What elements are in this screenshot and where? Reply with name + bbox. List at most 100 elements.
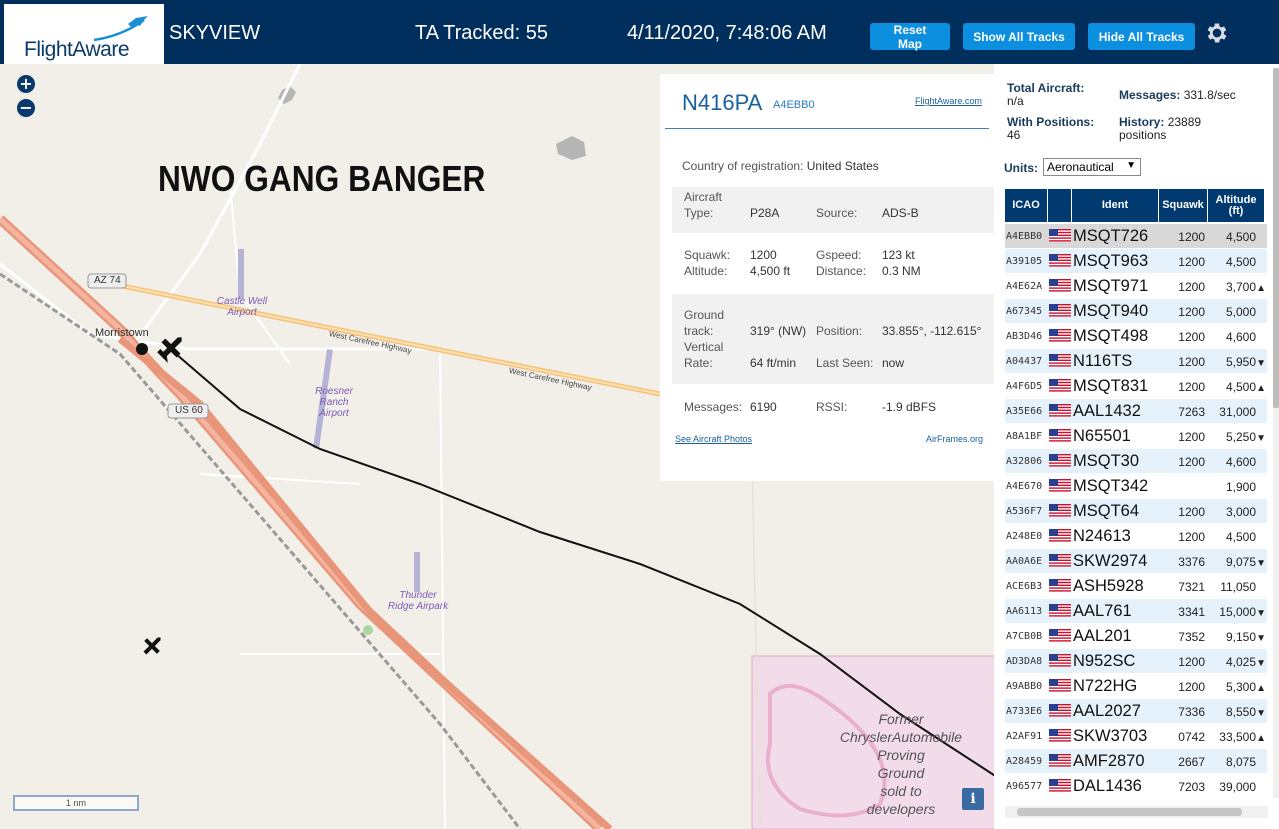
table-row[interactable]: AA6113 AAL761 3341 15,000▼: [1005, 599, 1267, 623]
vertical-scrollbar[interactable]: [1273, 68, 1279, 798]
table-row[interactable]: A35E66 AAL1432 7263 31,000: [1005, 399, 1267, 423]
reset-map-button[interactable]: Reset Map: [870, 23, 950, 51]
messages-value: 6190: [750, 400, 777, 414]
row-altitude: 33,500▲: [1219, 730, 1266, 744]
table-row[interactable]: ACE6B3 ASH5928 7321 11,050: [1005, 574, 1267, 598]
row-altitude: 5,300▲: [1225, 680, 1266, 694]
show-all-tracks-button[interactable]: Show All Tracks: [963, 23, 1075, 50]
scroll-thumb[interactable]: [1273, 68, 1279, 408]
table-row[interactable]: A733E6 AAL2027 7336 8,550▼: [1005, 699, 1267, 723]
table-row[interactable]: A4E670 MSQT342 1,900: [1005, 474, 1267, 498]
vertical-label: Vertical: [684, 340, 724, 354]
row-icao: A35E66: [1006, 406, 1043, 417]
position-label: Position:: [816, 324, 863, 338]
row-ident: MSQT726: [1073, 227, 1149, 245]
us-flag-icon: [1049, 454, 1071, 467]
proving-ground-label: Former ChryslerAutomobile Proving Ground…: [839, 711, 963, 817]
us-flag-icon: [1049, 229, 1071, 242]
row-icao: A96577: [1006, 781, 1043, 792]
table-row[interactable]: A04437 N116TS 1200 5,950▼: [1005, 349, 1267, 373]
table-row[interactable]: A39105 MSQT963 1200 4,500: [1005, 249, 1267, 273]
row-squawk: 1200: [1178, 305, 1205, 319]
row-icao: A4E670: [1006, 481, 1043, 492]
row-altitude: 9,150▼: [1225, 630, 1266, 644]
selected-hex: A4EBB0: [773, 99, 815, 111]
messages-stat: Messages: 331.8/sec: [1119, 88, 1236, 102]
source-label: Source:: [816, 206, 858, 220]
horizontal-scrollbar[interactable]: [1005, 806, 1268, 818]
type-label: Type:: [684, 206, 714, 220]
row-altitude: 8,075: [1225, 755, 1256, 769]
place-morristown: Morristown: [95, 327, 149, 339]
table-row[interactable]: AB3D46 MSQT498 1200 4,600: [1005, 324, 1267, 348]
row-altitude: 5,950▼: [1225, 355, 1266, 369]
row-icao: A32806: [1006, 456, 1043, 467]
type-value: P28A: [750, 206, 780, 220]
table-row[interactable]: A7CB0B AAL201 7352 9,150▼: [1005, 624, 1267, 648]
altitude-label: Altitude:: [684, 264, 728, 278]
hide-all-tracks-button[interactable]: Hide All Tracks: [1088, 23, 1195, 50]
distance-label: Distance:: [816, 264, 867, 278]
us-flag-icon: [1049, 604, 1071, 617]
gear-icon[interactable]: [1204, 20, 1230, 46]
logo-text: FlightAware: [24, 38, 130, 61]
airframes-link[interactable]: AirFrames.org: [926, 434, 983, 444]
row-alt-trend-icon: ▲: [1256, 733, 1266, 744]
row-ident: AAL761: [1073, 602, 1132, 620]
flightaware-link[interactable]: FlightAware.com: [915, 96, 982, 106]
row-ident: AAL201: [1073, 627, 1132, 645]
table-row[interactable]: A28459 AMF2870 2667 8,075: [1005, 749, 1267, 773]
us-flag-icon: [1049, 504, 1071, 517]
row-squawk: 1200: [1178, 505, 1205, 519]
row-altitude: 4,500: [1225, 530, 1256, 544]
table-row[interactable]: A4F6D5 MSQT831 1200 4,500▲: [1005, 374, 1267, 398]
ta-tracked-count: TA Tracked: 55: [415, 22, 549, 44]
zoom-in-button[interactable]: +: [17, 75, 35, 93]
row-altitude: 39,000: [1219, 780, 1256, 794]
table-row[interactable]: A67345 MSQT940 1200 5,000: [1005, 299, 1267, 323]
row-ident: MSQT831: [1073, 377, 1149, 395]
scroll-thumb-horizontal[interactable]: [1017, 808, 1242, 816]
row-altitude: 4,500: [1225, 230, 1256, 244]
row-squawk: 1200: [1178, 455, 1205, 469]
row-icao: AD3DA8: [1006, 656, 1043, 667]
aircraft-photos-link[interactable]: See Aircraft Photos: [675, 434, 752, 444]
col-ident[interactable]: Ident: [1072, 189, 1158, 222]
row-icao: A28459: [1006, 756, 1043, 767]
flightaware-logo[interactable]: FlightAware: [4, 4, 164, 64]
row-altitude: 4,500: [1225, 255, 1256, 269]
gspeed-label: Gspeed:: [816, 248, 862, 262]
col-flag[interactable]: [1048, 189, 1071, 222]
overlay-caption: NWO GANG BANGER: [158, 158, 486, 199]
table-row[interactable]: A2AF91 SKW3703 0742 33,500▲: [1005, 724, 1267, 748]
aircraft-list-panel: Total Aircraft: n/a Messages: 331.8/sec W…: [994, 64, 1279, 829]
zoom-out-button[interactable]: −: [17, 99, 35, 117]
col-squawk[interactable]: Squawk: [1159, 189, 1207, 222]
table-row[interactable]: AA0A6E SKW2974 3376 9,075▼: [1005, 549, 1267, 573]
table-row[interactable]: A9ABB0 N722HG 1200 5,300▲: [1005, 674, 1267, 698]
table-row[interactable]: AD3DA8 N952SC 1200 4,025▼: [1005, 649, 1267, 673]
row-ident: DAL1436: [1073, 777, 1142, 795]
table-row[interactable]: A248E0 N24613 1200 4,500: [1005, 524, 1267, 548]
table-row[interactable]: A96577 DAL1436 7203 39,000: [1005, 774, 1267, 798]
units-selected-value: Aeronautical: [1047, 160, 1114, 174]
table-row[interactable]: A4EBB0 MSQT726 1200 4,500: [1005, 224, 1267, 248]
col-icao[interactable]: ICAO: [1005, 189, 1047, 222]
row-altitude: 3,000: [1225, 505, 1256, 519]
row-ident: N24613: [1073, 527, 1131, 545]
us-flag-icon: [1049, 404, 1071, 417]
table-row[interactable]: A536F7 MSQT64 1200 3,000: [1005, 499, 1267, 523]
row-squawk: 1200: [1178, 330, 1205, 344]
map-info-button[interactable]: i: [962, 788, 984, 810]
table-row[interactable]: A8A1BF N65501 1200 5,250▼: [1005, 424, 1267, 448]
units-select[interactable]: Aeronautical ▼: [1043, 158, 1141, 176]
table-row[interactable]: A4E62A MSQT971 1200 3,700▲: [1005, 274, 1267, 298]
row-alt-trend-icon: ▼: [1256, 358, 1266, 369]
row-icao: A39105: [1006, 256, 1043, 267]
row-ident: SKW3703: [1073, 727, 1148, 745]
row-icao: ACE6B3: [1006, 581, 1043, 592]
table-row[interactable]: A32806 MSQT30 1200 4,600: [1005, 449, 1267, 473]
col-altitude[interactable]: Altitude (ft): [1208, 189, 1264, 222]
us-flag-icon: [1049, 304, 1071, 317]
row-squawk: 7203: [1178, 780, 1205, 794]
